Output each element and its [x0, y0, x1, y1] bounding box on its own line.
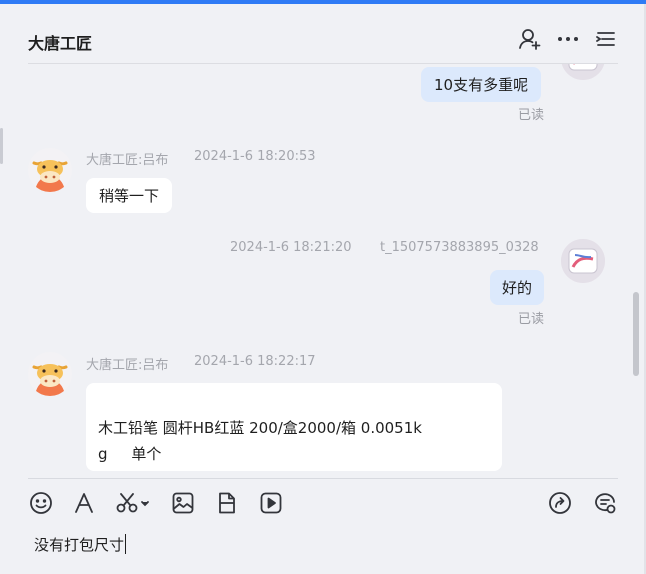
message-bubble[interactable]: 木工铅笔 圆杆HB红蓝 200/盒2000/箱 0.0051k g 单个 [86, 383, 502, 471]
message-text: 木工铅笔 圆杆HB红蓝 200/盒2000/箱 0.0051k g 单个 [98, 415, 422, 467]
my-avatar[interactable] [561, 239, 605, 283]
message-bubble[interactable]: 稍等一下 [86, 178, 173, 213]
video-icon[interactable] [258, 490, 284, 516]
message-time: 2024-1-6 18:22:17 [194, 354, 316, 369]
sender-avatar[interactable] [28, 352, 72, 396]
sender-name: t_1507573883895_0328 [380, 240, 539, 255]
emoji-icon[interactable] [28, 490, 54, 516]
font-icon[interactable] [71, 490, 97, 516]
image-icon[interactable] [170, 490, 196, 516]
message-bubble[interactable]: 好的 [490, 270, 545, 305]
read-receipt: 已读 [518, 108, 545, 123]
my-avatar[interactable] [561, 64, 605, 80]
list-menu-icon[interactable] [593, 26, 619, 52]
chat-title: 大唐工匠 [28, 34, 93, 53]
message-input-value: 没有打包尺寸 [34, 536, 125, 554]
sender-name: 大唐工匠:吕布 [86, 358, 169, 373]
more-icon[interactable] [555, 26, 581, 52]
screenshot-scissors-icon[interactable] [114, 490, 154, 516]
composer-divider [28, 478, 618, 479]
text-caret [125, 534, 127, 554]
message-time: 2024-1-6 18:21:20 [230, 240, 352, 255]
share-icon[interactable] [547, 490, 573, 516]
add-user-icon[interactable] [517, 26, 543, 52]
sender-avatar[interactable] [28, 148, 72, 192]
chat-scrollbar-thumb[interactable] [633, 292, 639, 376]
chat-history-icon[interactable] [592, 490, 618, 516]
message-line: 木工铅笔 圆杆HB红蓝 200/盒2000/箱 0.0051k [98, 419, 422, 437]
read-receipt: 已读 [518, 312, 545, 327]
message-list[interactable]: 10支有多重呢 已读 大唐工匠:吕布 2024-1-6 18:20:53 稍等一… [0, 64, 632, 478]
message-line: g 单个 [98, 445, 162, 463]
message-bubble[interactable]: 10支有多重呢 [421, 67, 542, 102]
sender-name: 大唐工匠:吕布 [86, 153, 169, 168]
message-input[interactable]: 没有打包尺寸 [34, 534, 127, 555]
file-icon[interactable] [214, 490, 240, 516]
message-time: 2024-1-6 18:20:53 [194, 149, 316, 164]
